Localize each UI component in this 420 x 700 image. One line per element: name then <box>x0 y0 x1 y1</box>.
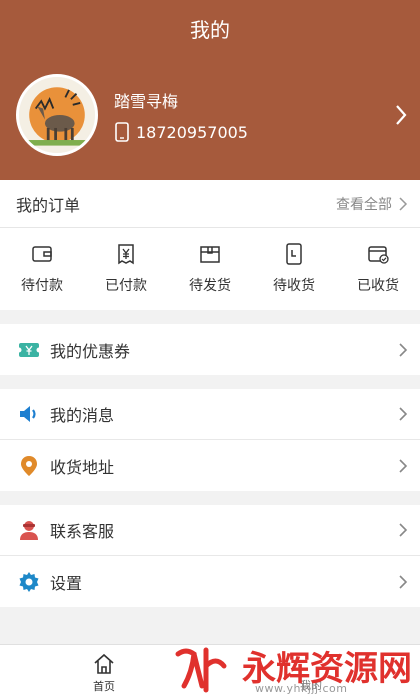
phone-delivery-icon <box>286 243 302 265</box>
gear-icon <box>19 571 39 592</box>
profile-header: 我的 踏雪寻梅 18720957005 <box>0 0 420 180</box>
menu-item-customer-service[interactable]: 联系客服 <box>0 505 420 556</box>
order-status-label: 待付款 <box>21 278 63 294</box>
chevron-right-icon <box>399 407 408 421</box>
order-status-label: 待发货 <box>189 278 231 294</box>
order-status-label: 已付款 <box>105 278 147 294</box>
service-settings-section: 联系客服 设置 <box>0 505 420 607</box>
package-icon <box>200 246 220 263</box>
order-status-to-receive[interactable]: 待收货 <box>252 228 336 310</box>
order-status-pending-payment[interactable]: 待付款 <box>0 228 84 310</box>
avatar[interactable] <box>16 74 98 156</box>
customer-service-icon <box>20 521 38 540</box>
chevron-right-icon <box>399 458 408 473</box>
coupon-section: 我的优惠券 <box>0 324 420 375</box>
menu-item-address[interactable]: 收货地址 <box>0 440 420 491</box>
menu-label: 我的优惠券 <box>50 341 131 361</box>
chevron-right-icon <box>399 342 408 357</box>
menu-item-messages[interactable]: 我的消息 <box>0 389 420 440</box>
phone-icon <box>115 122 129 142</box>
menu-label: 联系客服 <box>50 522 115 541</box>
tab-home-label: 首页 <box>93 680 115 693</box>
wallet-icon <box>32 246 52 262</box>
view-all-label: 查看全部 <box>336 196 392 213</box>
chevron-right-icon <box>399 196 408 211</box>
watermark-url: www.yhkjjj.com <box>255 682 348 695</box>
chevron-right-icon <box>399 523 408 537</box>
chevron-right-icon <box>396 105 407 125</box>
location-pin-icon <box>21 455 37 476</box>
tab-home[interactable]: 首页 <box>80 653 128 694</box>
order-status-label: 待收货 <box>273 278 315 294</box>
phone-number: 18720957005 <box>136 122 248 142</box>
username: 踏雪寻梅 <box>114 92 179 111</box>
chevron-right-icon <box>399 574 408 589</box>
view-all-orders-link[interactable]: 查看全部 <box>336 194 408 214</box>
order-status-to-ship[interactable]: 待发货 <box>168 228 252 310</box>
order-status-label: 已收货 <box>357 278 399 294</box>
order-status-received[interactable]: 已收货 <box>336 228 420 310</box>
received-card-icon <box>368 246 389 264</box>
menu-item-coupons[interactable]: 我的优惠券 <box>0 324 420 375</box>
speaker-icon <box>20 406 36 422</box>
yen-receipt-icon <box>118 244 134 265</box>
home-icon <box>94 653 114 674</box>
page-title: 我的 <box>190 18 230 42</box>
order-status-paid[interactable]: 已付款 <box>84 228 168 310</box>
coupon-icon <box>18 342 40 357</box>
profile-card[interactable]: 踏雪寻梅 18720957005 <box>16 70 408 160</box>
messages-address-section: 我的消息 收货地址 <box>0 389 420 491</box>
orders-section: 我的订单 查看全部 待付款 已付款 待发货 待收货 已收货 <box>0 180 420 310</box>
orders-title: 我的订单 <box>16 195 81 215</box>
menu-label: 设置 <box>50 573 83 593</box>
menu-label: 收货地址 <box>50 457 115 477</box>
menu-item-settings[interactable]: 设置 <box>0 556 420 607</box>
menu-label: 我的消息 <box>50 406 115 425</box>
